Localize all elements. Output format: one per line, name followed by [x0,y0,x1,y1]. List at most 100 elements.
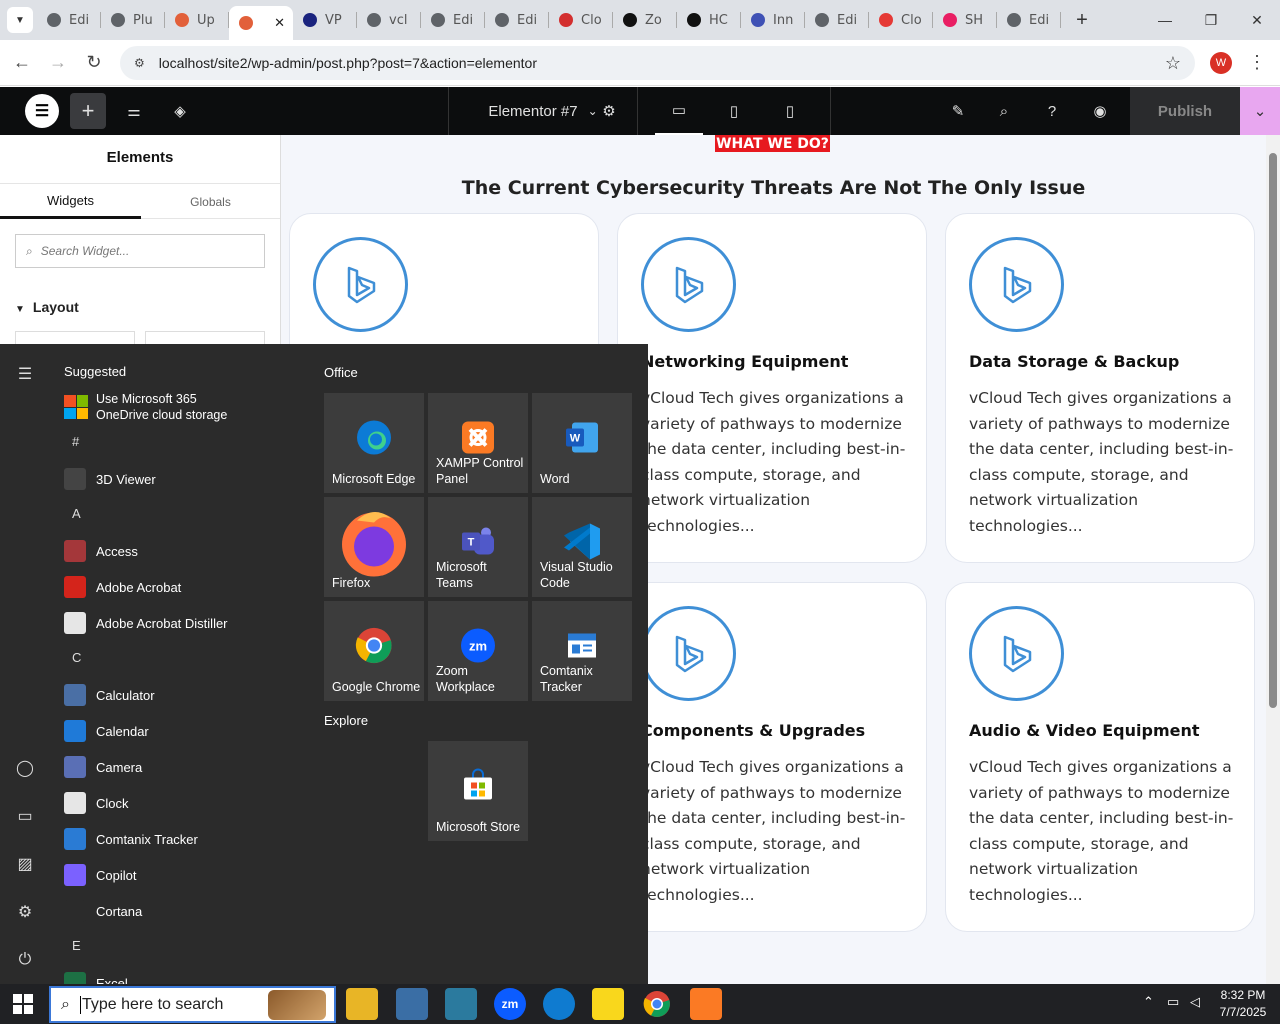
file-explorer-icon[interactable] [346,988,378,1020]
snipping-tool-icon[interactable] [396,988,428,1020]
new-tab-button[interactable]: + [1067,5,1097,35]
service-card[interactable]: Audio & Video Equipment vCloud Tech gives… [945,582,1255,932]
pictures-icon[interactable]: ▨ [13,852,37,876]
app-list-letter[interactable]: # [72,434,79,449]
site-settings-icon[interactable]: ⚌ [118,87,150,135]
back-button[interactable]: ← [4,45,40,81]
start-tile[interactable]: Comtanix Tracker [532,601,632,701]
taskbar-search-input[interactable]: ⌕ Type here to search [49,986,336,1023]
documents-icon[interactable]: ▭ [13,804,37,828]
app-list-item[interactable]: Adobe Acrobat Distiller [64,608,294,638]
add-element-button[interactable]: + [70,93,106,129]
minimize-button[interactable]: — [1142,0,1188,40]
browser-menu-icon[interactable]: ⋮ [1248,52,1266,73]
start-tile[interactable]: W Word [532,393,632,493]
app-list-item[interactable]: Clock [64,788,294,818]
page-settings-gear-icon[interactable]: ⚙ [593,87,625,135]
volume-icon[interactable]: ◁ [1190,994,1200,1010]
site-info-icon[interactable]: ⚙ [134,56,145,70]
widget-search-input[interactable]: ⌕ Search Widget... [15,234,265,268]
browser-tab[interactable]: ✕ [229,6,293,40]
zoom-taskbar-icon[interactable]: zm [494,988,526,1020]
forward-button[interactable]: → [40,45,76,81]
publish-options-chevron-icon[interactable]: ⌄ [1240,87,1280,135]
hamburger-menu-icon[interactable]: ☰ [13,362,37,386]
browser-tab[interactable]: Clo [549,0,613,40]
url-field[interactable]: ⚙ localhost/site2/wp-admin/post.php?post… [120,46,1195,80]
notifications-icon[interactable]: ✎ [940,87,976,135]
chrome-taskbar-icon[interactable] [641,988,673,1020]
power-icon[interactable]: ⏻ [13,948,37,972]
desktop-view-icon[interactable]: ▭ [655,87,703,135]
close-window-button[interactable]: ✕ [1234,0,1280,40]
page-scrollbar[interactable] [1266,135,1280,984]
tablet-view-icon[interactable]: ▯ [712,87,756,135]
app-list-item[interactable]: Adobe Acrobat [64,572,294,602]
tab-search-button[interactable]: ▼ [7,7,33,33]
browser-tab[interactable]: VP [293,0,357,40]
elementor-logo-icon[interactable]: ☰ [25,94,59,128]
service-card[interactable]: Networking Equipment vCloud Tech gives or… [617,213,927,563]
windows-start-icon[interactable] [13,994,33,1014]
browser-tab[interactable]: Edi [805,0,869,40]
app-list-item[interactable]: Calculator [64,680,294,710]
network-icon[interactable]: ▭ [1167,994,1179,1010]
browser-tab[interactable]: Edi [421,0,485,40]
maximize-button[interactable]: ❐ [1188,0,1234,40]
browser-tab[interactable]: Zo [613,0,677,40]
browser-tab[interactable]: Edi [997,0,1061,40]
browser-tab[interactable]: Edi [37,0,101,40]
browser-tab[interactable]: SH [933,0,997,40]
start-tile[interactable]: Firefox [324,497,424,597]
browser-tab[interactable]: Edi [485,0,549,40]
user-account-icon[interactable]: ◯ [13,756,37,780]
tab-globals[interactable]: Globals [141,184,280,219]
settings-gear-icon[interactable]: ⚙ [13,900,37,924]
browser-tab[interactable]: Plu [101,0,165,40]
app-list-item[interactable]: Comtanix Tracker [64,824,294,854]
browser-tab[interactable]: vcl [357,0,421,40]
start-tile[interactable]: Visual Studio Code [532,497,632,597]
service-card[interactable]: Components & Upgrades vCloud Tech gives o… [617,582,927,932]
tab-widgets[interactable]: Widgets [0,184,141,219]
browser-tab[interactable]: Inn [741,0,805,40]
start-tile[interactable]: T Microsoft Teams [428,497,528,597]
app-list-item[interactable]: Calendar [64,716,294,746]
sticky-notes-icon[interactable] [592,988,624,1020]
bookmark-star-icon[interactable]: ☆ [1165,53,1181,74]
close-tab-icon[interactable]: ✕ [274,16,285,31]
start-tile[interactable]: XAMPP Control Panel [428,393,528,493]
preview-eye-icon[interactable]: ◉ [1084,87,1116,135]
scrollbar-thumb[interactable] [1269,153,1277,708]
app-list-item[interactable]: Copilot [64,860,294,890]
app-diamond-icon[interactable] [445,988,477,1020]
app-list-item[interactable]: 3D Viewer [64,464,294,494]
browser-tab[interactable]: HC [677,0,741,40]
search-icon[interactable]: ⌕ [988,87,1020,135]
app-list-letter[interactable]: C [72,650,81,665]
app-list-item[interactable]: Camera [64,752,294,782]
publish-button[interactable]: Publish [1130,87,1240,135]
mobile-view-icon[interactable]: ▯ [768,87,812,135]
structure-layers-icon[interactable]: ◈ [164,87,196,135]
clock-area[interactable]: 8:32 PM 7/7/2025 [1212,987,1274,1021]
service-card[interactable]: Data Storage & Backup vCloud Tech gives o… [945,213,1255,563]
app-list-item[interactable]: Access [64,536,294,566]
tile-microsoft-store[interactable]: Microsoft Store [428,741,528,841]
help-icon[interactable]: ? [1036,87,1068,135]
profile-avatar[interactable]: W [1210,52,1232,74]
suggested-item[interactable]: Use Microsoft 365 OneDrive cloud storage [64,390,227,424]
xampp-taskbar-icon[interactable] [690,988,722,1020]
start-tile[interactable]: Microsoft Edge [324,393,424,493]
start-tile[interactable]: Google Chrome [324,601,424,701]
edge-taskbar-icon[interactable] [543,988,575,1020]
app-list-item[interactable]: Cortana [64,896,294,926]
app-list-letter[interactable]: E [72,938,81,953]
reload-button[interactable]: ↻ [76,45,112,81]
browser-tab[interactable]: Up [165,0,229,40]
show-hidden-icons-icon[interactable]: ⌃ [1143,994,1154,1010]
browser-tab[interactable]: Clo [869,0,933,40]
start-tile[interactable]: zm Zoom Workplace [428,601,528,701]
app-list-letter[interactable]: A [72,506,81,521]
layout-section-header[interactable]: ▼ Layout [15,299,79,315]
